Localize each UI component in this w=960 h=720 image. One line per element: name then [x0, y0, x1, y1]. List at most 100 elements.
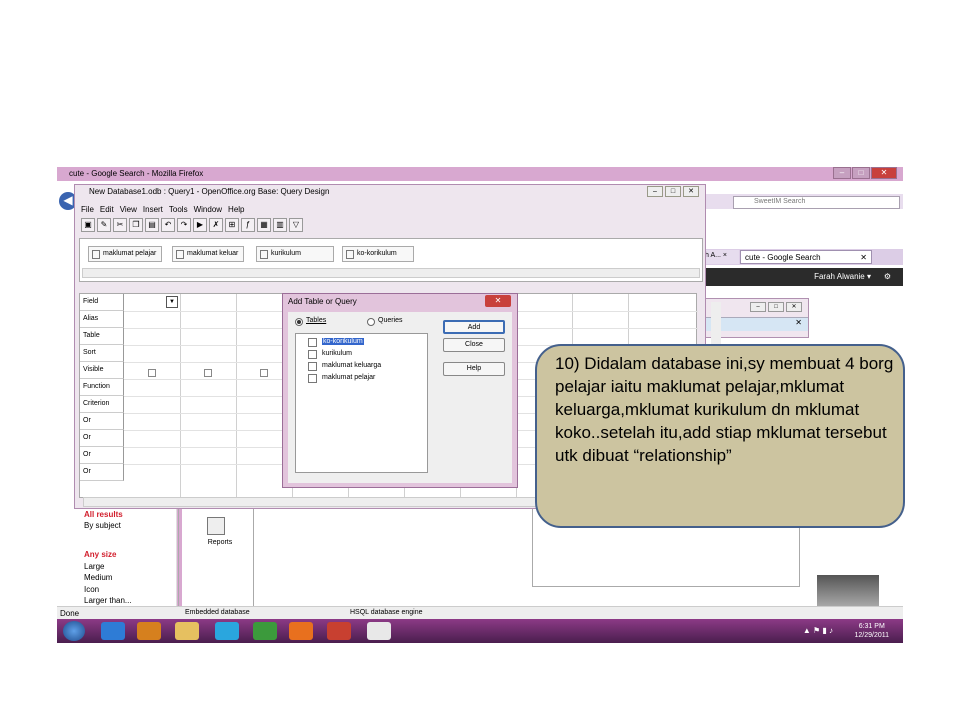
cut-icon[interactable]: ✂ [113, 218, 127, 232]
window-controls: – □ ✕ [750, 302, 802, 312]
sidebar-all-results[interactable]: All results [84, 510, 123, 519]
sidebar-by-subject[interactable]: By subject [84, 521, 121, 530]
annotation-callout: 10) Didalam database ini,sy membuat 4 bo… [535, 344, 905, 528]
minimize-icon[interactable]: – [647, 186, 663, 197]
close-button[interactable]: Close [443, 338, 505, 352]
user-name[interactable]: Farah Alwanie ▾ [814, 272, 871, 281]
menu-view[interactable]: View [120, 205, 137, 214]
run-query-icon[interactable]: ▶ [193, 218, 207, 232]
list-item[interactable]: ko-korikulum [308, 338, 364, 347]
sidebar-icon[interactable]: Icon [84, 585, 99, 594]
list-item[interactable]: kurikulum [308, 350, 352, 359]
sidebar-larger-than[interactable]: Larger than... [84, 596, 132, 605]
sidebar-large[interactable]: Large [84, 562, 104, 571]
tab-google-search[interactable]: cute - Google Search ✕ [740, 250, 872, 264]
minimize-icon[interactable]: – [750, 302, 766, 312]
functions-icon[interactable]: ƒ [241, 218, 255, 232]
ooo-titlebar: New Database1.odb : Query1 - OpenOffice.… [75, 185, 705, 199]
list-item-label: maklumat pelajar [322, 374, 376, 381]
search-input[interactable]: SweetIM Search [733, 196, 900, 209]
visible-checkbox[interactable] [148, 369, 156, 377]
list-item[interactable]: maklumat pelajar [308, 374, 376, 383]
table-icon [308, 350, 317, 359]
menu-file[interactable]: File [81, 205, 94, 214]
maximize-icon[interactable]: □ [665, 186, 681, 197]
row-label: Or [80, 464, 124, 481]
tab-partial[interactable]: h A... × [703, 250, 739, 264]
maximize-icon[interactable]: □ [768, 302, 784, 312]
visible-checkbox[interactable] [204, 369, 212, 377]
visible-checkbox[interactable] [260, 369, 268, 377]
list-item-label: kurikulum [322, 350, 352, 357]
powerpoint-icon[interactable] [327, 622, 351, 640]
field-dropdown[interactable]: ▼ [166, 296, 178, 308]
queries-radio[interactable] [367, 318, 375, 326]
sidebar-any-size[interactable]: Any size [84, 550, 116, 559]
close-icon[interactable]: ✕ [683, 186, 699, 197]
row-label: Alias [80, 311, 124, 328]
tables-radio-label[interactable]: Tables [306, 317, 326, 324]
menu-edit[interactable]: Edit [100, 205, 114, 214]
list-item-label: ko-korikulum [322, 338, 364, 345]
table-box-maklumat-keluarga[interactable]: maklumat keluar [172, 246, 244, 262]
undo-icon[interactable]: ↶ [161, 218, 175, 232]
ooo-title: New Database1.odb : Query1 - OpenOffice.… [89, 187, 330, 196]
explorer-icon[interactable] [175, 622, 199, 640]
row-label: Sort [80, 345, 124, 362]
close-icon[interactable]: ✕ [786, 302, 802, 312]
list-item[interactable]: maklumat keluarga [308, 362, 381, 371]
media-player-icon[interactable] [137, 622, 161, 640]
table-box-kurikulum[interactable]: kurikulum [256, 246, 334, 262]
edit-icon[interactable]: ✎ [97, 218, 111, 232]
menu-insert[interactable]: Insert [143, 205, 163, 214]
close-icon[interactable]: ✕ [485, 295, 511, 307]
close-icon[interactable]: ✕ [871, 167, 897, 179]
ie-icon[interactable] [101, 622, 125, 640]
maximize-icon[interactable]: □ [852, 167, 870, 179]
row-label: Visible [80, 362, 124, 379]
status-text: Done [60, 609, 80, 618]
copy-icon[interactable]: ❐ [129, 218, 143, 232]
menu-tools[interactable]: Tools [169, 205, 188, 214]
gear-icon[interactable]: ⚙ [884, 272, 891, 281]
table-box-maklumat-pelajar[interactable]: maklumat pelajar [88, 246, 162, 262]
row-label: Or [80, 430, 124, 447]
tab-close-icon[interactable]: ✕ [860, 253, 867, 262]
firefox-window-controls: – □ ✕ [833, 167, 897, 180]
save-icon[interactable]: ▣ [81, 218, 95, 232]
table-icon [176, 250, 184, 259]
table-pane-scrollbar[interactable] [82, 268, 700, 278]
table-box-label: ko-korikulum [357, 250, 397, 257]
redo-icon[interactable]: ↷ [177, 218, 191, 232]
table-icon [308, 362, 317, 371]
tables-radio[interactable] [295, 318, 303, 326]
table-box-ko-korikulum[interactable]: ko-korikulum [342, 246, 414, 262]
menu-window[interactable]: Window [194, 205, 222, 214]
filter-icon[interactable]: ▽ [289, 218, 303, 232]
clock[interactable]: 6:31 PM 12/29/2011 [854, 622, 889, 640]
callout-text: 10) Didalam database ini,sy membuat 4 bo… [555, 354, 894, 465]
system-tray[interactable]: ▲ ⚑ ▮ ♪ [803, 626, 833, 635]
queries-radio-label[interactable]: Queries [378, 317, 403, 324]
alias-icon[interactable]: ▥ [273, 218, 287, 232]
add-table-icon[interactable]: ⊞ [225, 218, 239, 232]
help-button[interactable]: Help [443, 362, 505, 376]
sidebar-medium[interactable]: Medium [84, 573, 112, 582]
minimize-icon[interactable]: – [833, 167, 851, 179]
thumbnail-image[interactable] [817, 575, 879, 607]
paste-icon[interactable]: ▤ [145, 218, 159, 232]
clear-query-icon[interactable]: ✗ [209, 218, 223, 232]
base-document-icon[interactable] [367, 622, 391, 640]
table-name-icon[interactable]: ▦ [257, 218, 271, 232]
dialog-title: Add Table or Query [288, 297, 357, 306]
dialog-body: Tables Queries ko-korikulum kurikulum ma… [288, 312, 512, 483]
reports-icon[interactable] [207, 517, 225, 535]
reports-label[interactable]: Reports [205, 539, 235, 546]
excel-icon[interactable] [253, 622, 277, 640]
add-button[interactable]: Add [443, 320, 505, 334]
start-button[interactable] [63, 621, 85, 641]
table-icon [308, 374, 317, 383]
menu-help[interactable]: Help [228, 205, 244, 214]
skype-icon[interactable] [215, 622, 239, 640]
firefox-icon[interactable] [289, 622, 313, 640]
